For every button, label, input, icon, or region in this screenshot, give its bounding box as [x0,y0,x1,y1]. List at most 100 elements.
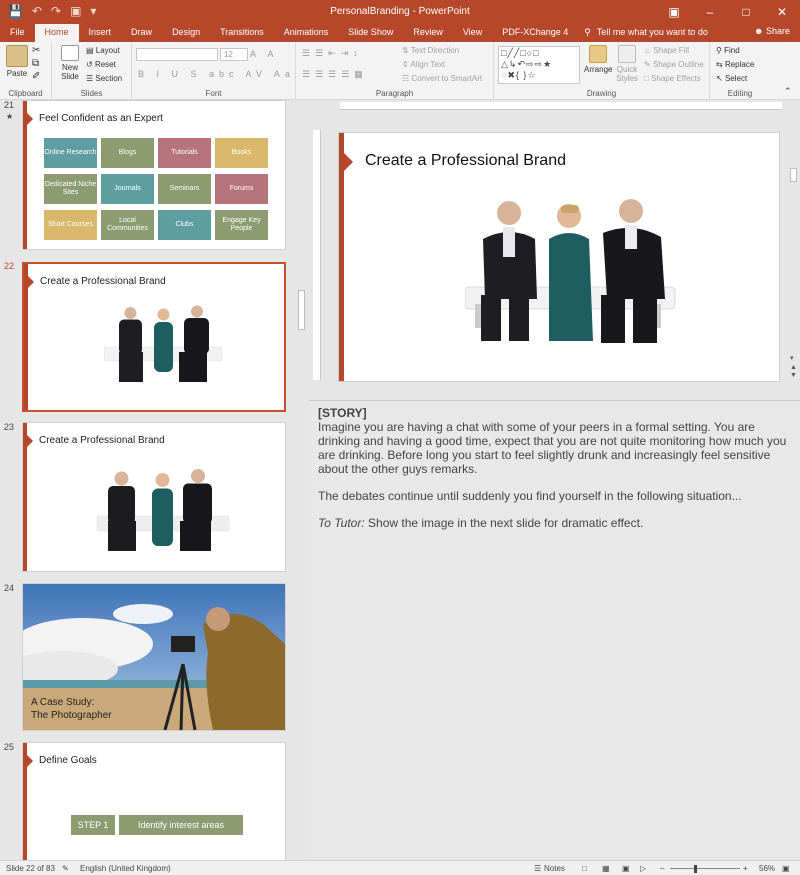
grow-shrink-font-icons[interactable]: A A [250,49,279,59]
people-on-sofa-image[interactable] [465,199,677,349]
zoom-in-icon[interactable]: + [743,864,748,873]
notes-icon[interactable]: ☰ [534,864,541,873]
find-button[interactable]: ⚲ Find [716,46,740,55]
share-label: Share [765,26,790,36]
shape-effects-button[interactable]: □ Shape Effects [644,74,701,83]
slide-thumbnail-25[interactable]: Define Goals STEP 1 Identify interest ar… [22,742,286,860]
slide-sorter-icon[interactable]: ▦ [602,864,610,873]
prev-slide-icon[interactable]: ▲ [790,364,797,371]
minimize-icon[interactable]: – [692,0,728,24]
tab-review[interactable]: Review [403,24,453,42]
quick-styles-button[interactable]: Quick Styles [614,45,640,83]
paste-button[interactable]: Paste [4,45,30,78]
zoom-slider-thumb[interactable] [694,865,697,873]
slide-thumbnail-24[interactable]: A Case Study: The Photographer [22,583,286,731]
topic-tile: Online Research [44,138,97,168]
scroll-down-icon[interactable]: ▾ [790,354,794,362]
fit-slide-icon[interactable]: ▣ [782,864,790,873]
thumbnail-title: Define Goals [39,755,97,766]
spelling-icon[interactable]: ✎ [62,864,69,873]
people-on-sofa-image [104,305,222,382]
status-bar: Slide 22 of 83 ✎ English (United Kingdom… [0,860,800,875]
slides-label: Slides [80,89,103,98]
person-icon: ☻ [753,26,766,36]
notes-paragraph-3: To Tutor: Show the image in the next sli… [318,516,791,530]
font-size-combo[interactable]: 12 [220,48,248,61]
topic-tile: Forums [215,174,268,204]
case-study-line-2: The Photographer [31,710,112,721]
section-button[interactable]: ☰ Section [86,74,122,83]
accent-arrow [28,276,34,288]
slide-thumbnail-23[interactable]: Create a Professional Brand [22,422,286,572]
tab-slide-show[interactable]: Slide Show [338,24,403,42]
slides-group: New Slide ▤ Layout ↺ Reset ☰ Section Sli… [52,42,132,100]
text-direction-label: Text Direction [410,46,460,55]
zoom-slider[interactable] [670,868,740,869]
select-button[interactable]: ↖ Select [716,74,747,83]
reset-button[interactable]: ↺ Reset [86,60,116,69]
scrollbar-thumb[interactable] [298,290,305,330]
thumbnail-scrollbar[interactable] [296,100,308,860]
scrollbar-thumb[interactable] [790,168,797,182]
close-icon[interactable]: ✕ [764,0,800,24]
font-name-combo[interactable] [136,48,218,61]
zoom-out-icon[interactable]: – [660,864,664,873]
shapes-gallery[interactable]: □╱╱□○□ △↳↶⇨⇨★ ◌✖{ }☆ [498,46,580,84]
maximize-icon[interactable]: □ [728,0,764,24]
tab-animations[interactable]: Animations [274,24,339,42]
align-text-button[interactable]: ⇕ Align Text [402,60,445,69]
list-icons[interactable]: ☰☰⇤⇥↕ [302,48,363,59]
slide-thumbnail-21[interactable]: Feel Confident as an Expert Online Resea… [22,100,286,250]
format-painter-icon[interactable]: ✐ [32,71,40,82]
tab-view[interactable]: View [453,24,492,42]
arrange-button[interactable]: Arrange [584,45,612,74]
zoom-level[interactable]: 56% [759,864,775,873]
language-indicator[interactable]: English (United Kingdom) [80,864,171,873]
paragraph-label: Paragraph [375,89,414,98]
normal-view-icon[interactable]: □ [582,864,587,873]
editor-scrollbar[interactable]: ▾ ▲ ▼ [788,132,800,382]
accent-arrow [27,113,33,125]
tab-home[interactable]: Home [34,24,79,42]
slide-title[interactable]: Create a Professional Brand [365,152,566,170]
replace-label: Replace [724,60,755,69]
layout-button[interactable]: ▤ Layout [86,46,120,55]
alignment-icons[interactable]: ☰☰☰☰▦ [302,69,368,80]
cut-icon[interactable]: ✂ [32,45,40,56]
tab-pdf-xchange[interactable]: PDF-XChange 4 [492,24,578,42]
convert-smartart-label: Convert to SmartArt [411,74,483,83]
tab-insert[interactable]: Insert [79,24,122,42]
current-slide[interactable]: Create a Professional Brand [338,132,780,382]
tab-file[interactable]: File [0,24,35,42]
next-slide-icon[interactable]: ▼ [790,372,797,379]
restore-ribbon-icon[interactable]: ▣ [656,0,692,24]
shape-fill-button[interactable]: ♨ Shape Fill [644,46,689,55]
tab-transitions[interactable]: Transitions [210,24,274,42]
topic-tile: Seminars [158,174,211,204]
slide-thumbnail-22[interactable]: Create a Professional Brand [22,262,286,412]
notes-pane[interactable]: [STORY] Imagine you are having a chat wi… [309,400,800,860]
slide-number: 22 [4,261,15,271]
tab-draw[interactable]: Draw [121,24,162,42]
notes-toggle[interactable]: Notes [544,864,565,873]
accent-arrow [344,153,353,171]
share-button[interactable]: ☻ Share [754,26,790,36]
notes-paragraph-2: The debates continue until suddenly you … [318,489,742,503]
tutor-label: To Tutor: [318,516,365,530]
slide-thumbnail-panel: 21 ★ Feel Confident as an Expert Online … [0,100,296,860]
collapse-ribbon-icon[interactable]: ⌃ [784,86,792,97]
slideshow-view-icon[interactable]: ▷ [640,864,646,873]
tell-me-search[interactable]: Tell me what you want to do [591,24,708,42]
text-direction-button[interactable]: ⇅ Text Direction [402,46,459,55]
new-slide-button[interactable]: New Slide [56,45,84,81]
font-format-icons[interactable]: B I U S abc AV Aa [138,69,295,79]
replace-button[interactable]: ⇆ Replace [716,60,754,69]
font-label: Font [205,89,222,98]
quick-styles-label-1: Quick [616,65,638,74]
shape-outline-button[interactable]: ✎ Shape Outline [644,60,704,69]
topic-tile: Tutorials [158,138,211,168]
tab-design[interactable]: Design [162,24,210,42]
reading-view-icon[interactable]: ▣ [622,864,630,873]
convert-smartart-button[interactable]: ☶ Convert to SmartArt [402,74,482,83]
copy-icon[interactable]: ⧉ [32,58,39,69]
